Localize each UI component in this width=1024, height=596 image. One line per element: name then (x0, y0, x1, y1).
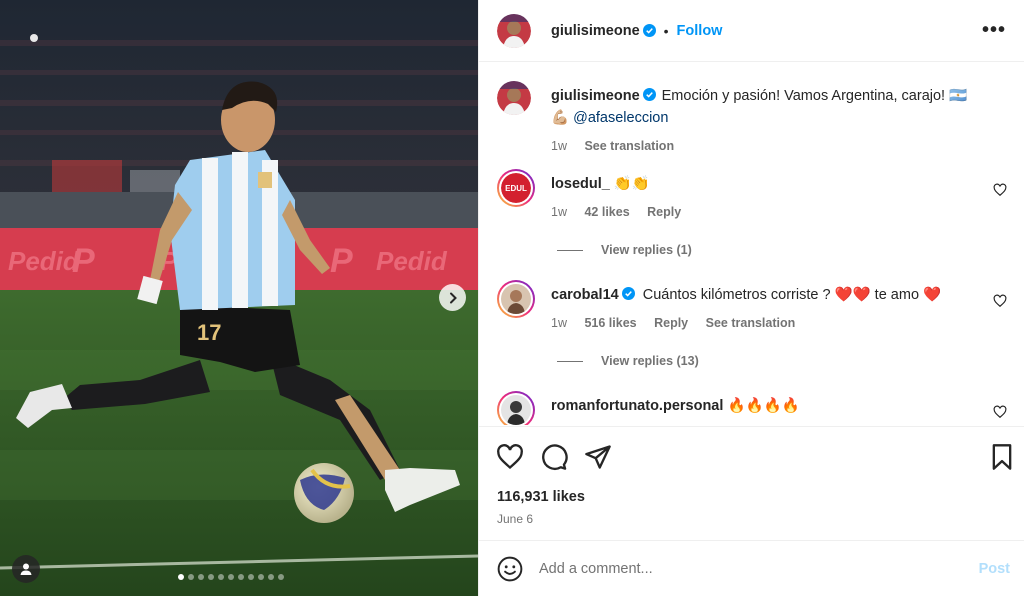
caption-text: Emoción y pasión! Vamos Argentina, caraj… (661, 88, 968, 104)
likes-count[interactable]: 116,931 likes (497, 489, 585, 505)
comment-username[interactable]: romanfortunato.personal (551, 398, 723, 414)
view-replies-label: View replies (13) (601, 354, 699, 368)
carousel-dot (178, 574, 184, 580)
carousel-dot (278, 574, 284, 580)
carousel-dot (188, 574, 194, 580)
caption: giulisimeone Emoción y pasión! Vamos Arge… (497, 81, 1007, 171)
author-username[interactable]: giulisimeone (551, 23, 640, 39)
author-avatar[interactable] (497, 13, 531, 48)
tagged-users-button[interactable] (12, 555, 40, 583)
ad-board-logo-2: P (72, 242, 95, 280)
comment-text: Cuántos kilómetros corriste ? ❤️❤️ te am… (642, 287, 942, 303)
comment-icon[interactable] (540, 443, 568, 471)
soccer-ball (294, 463, 354, 523)
commenter-avatar[interactable]: EDUL (497, 169, 535, 207)
caption-mention-link[interactable]: @afaseleccion (573, 110, 668, 126)
header-separator: • (663, 22, 669, 39)
chevron-right-icon (449, 292, 457, 303)
comment-time: 1w (551, 316, 567, 330)
comment-text: 🔥🔥🔥🔥 (727, 398, 800, 414)
carousel-dot (268, 574, 274, 580)
view-replies-button[interactable]: View replies (13) (557, 354, 699, 368)
comment-item: carobal14 Cuántos kilómetros corriste ? … (497, 280, 1007, 340)
more-options-icon[interactable]: ••• (982, 19, 1006, 42)
carousel-dot (208, 574, 214, 580)
comment-likes[interactable]: 42 likes (584, 205, 629, 219)
post-header: giulisimeone • Follow ••• (479, 0, 1024, 62)
caption-username[interactable]: giulisimeone (551, 88, 640, 104)
comments-list[interactable]: giulisimeone Emoción y pasión! Vamos Arge… (479, 63, 1024, 425)
follow-button[interactable]: Follow (677, 23, 723, 39)
bookmark-icon[interactable] (988, 443, 1016, 471)
post-actions: 116,931 likes June 6 (479, 426, 1024, 540)
like-heart-icon[interactable] (496, 443, 524, 471)
post-date: June 6 (497, 512, 534, 526)
avatar-logo-text: EDUL (505, 184, 527, 193)
post-comment-button[interactable]: Post (979, 561, 1010, 577)
commenter-avatar[interactable] (497, 280, 535, 318)
carousel-next-button[interactable] (439, 284, 466, 311)
post-details-panel: giulisimeone • Follow ••• giulisimeone Em… (478, 0, 1024, 596)
caption-meta: 1w See translation (551, 135, 991, 157)
send-icon[interactable] (584, 443, 612, 471)
comment-text: 👏👏 (613, 176, 650, 192)
caption-avatar[interactable] (497, 81, 531, 115)
heart-icon[interactable] (993, 405, 1007, 419)
ad-board-text-right: Pedid (376, 246, 448, 276)
reply-button[interactable]: Reply (647, 205, 681, 219)
football-player-photo: Pedid P Pedid P Pedid 17 (0, 0, 478, 596)
caption-time: 1w (551, 139, 567, 153)
commenter-avatar[interactable] (497, 391, 535, 425)
view-replies-label: View replies (1) (601, 243, 692, 257)
emoji-icon[interactable] (497, 556, 523, 582)
post-photo[interactable]: Pedid P Pedid P Pedid 17 (0, 0, 478, 596)
comment-time: 1w (551, 205, 567, 219)
heart-icon[interactable] (993, 294, 1007, 308)
comment-likes[interactable]: 516 likes (584, 316, 636, 330)
ad-board-text-left: Pedid (8, 246, 80, 276)
caption-see-translation[interactable]: See translation (584, 139, 674, 153)
carousel-dot (258, 574, 264, 580)
user-tag-icon (20, 563, 32, 575)
carousel-dot (198, 574, 204, 580)
carousel-dot (238, 574, 244, 580)
shorts-number: 17 (197, 320, 221, 345)
carousel-indicator (178, 574, 284, 580)
carousel-dot (228, 574, 234, 580)
caption-emoji: 💪🏼 (551, 110, 570, 126)
comment-username[interactable]: losedul_ (551, 176, 610, 192)
comment-username[interactable]: carobal14 (551, 287, 619, 303)
comment-item: EDUL losedul_ 👏👏 1w 42 likes Reply (497, 169, 1007, 229)
comment-input[interactable] (539, 560, 979, 577)
verified-badge-icon (642, 88, 656, 101)
add-comment-bar: Post (479, 540, 1024, 596)
view-replies-button[interactable]: View replies (1) (557, 243, 692, 257)
heart-icon[interactable] (993, 183, 1007, 197)
see-translation-button[interactable]: See translation (706, 316, 796, 330)
carousel-dot (218, 574, 224, 580)
verified-badge-icon (642, 24, 656, 37)
ad-board-logo: P (330, 242, 353, 280)
verified-badge-icon (621, 287, 635, 300)
comment-item: romanfortunato.personal 🔥🔥🔥🔥 (497, 391, 1007, 425)
reply-button[interactable]: Reply (654, 316, 688, 330)
carousel-dot (248, 574, 254, 580)
